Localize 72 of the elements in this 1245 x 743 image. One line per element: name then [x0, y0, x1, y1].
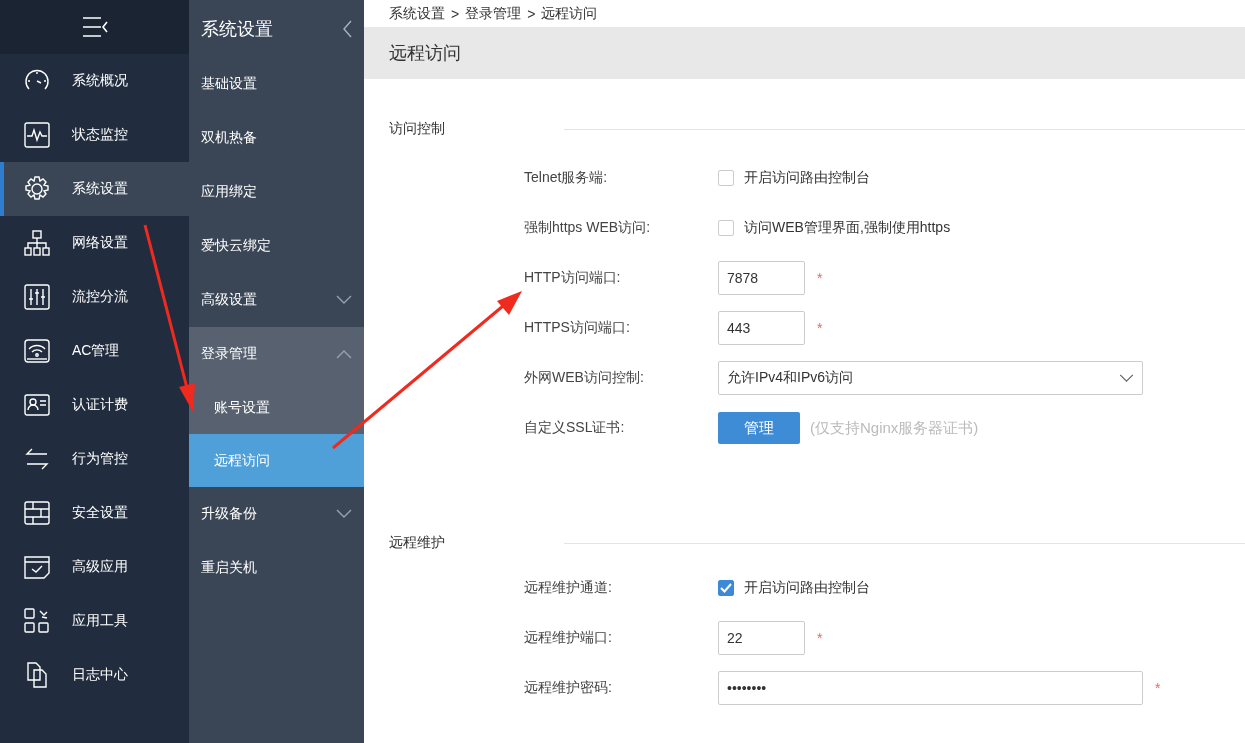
nav-item[interactable]: 系统概况: [0, 54, 189, 108]
submenu-title: 系统设置: [201, 17, 273, 41]
submenu-item[interactable]: 高级设置: [189, 273, 364, 327]
nav-item[interactable]: 认证计费: [0, 378, 189, 432]
calendar-check-icon: [24, 554, 50, 580]
section-heading: 远程维护: [389, 534, 446, 552]
nav-item[interactable]: 网络设置: [0, 216, 189, 270]
breadcrumb-link[interactable]: 登录管理: [465, 4, 522, 23]
network-tree-icon: [24, 230, 50, 256]
heartbeat-monitor-icon: [24, 122, 50, 148]
submenu-subitem[interactable]: 账号设置: [189, 381, 364, 434]
menu-collapse-icon[interactable]: [81, 16, 108, 38]
required-mark: *: [817, 270, 823, 286]
checkbox[interactable]: [718, 580, 734, 596]
collapse-chevron-icon[interactable]: [342, 19, 352, 38]
nav-item[interactable]: 高级应用: [0, 540, 189, 594]
nav-item[interactable]: 流控分流: [0, 270, 189, 324]
dropdown-select[interactable]: 允许IPv4和IPv6访问: [718, 361, 1143, 395]
field-label: 远程维护通道:: [524, 579, 613, 597]
submenu-item[interactable]: 双机热备: [189, 111, 364, 165]
password-field[interactable]: ••••••••: [718, 671, 1143, 705]
nav-item[interactable]: 应用工具: [0, 594, 189, 648]
brick-wall-icon: [24, 500, 50, 526]
field-label: 自定义SSL证书:: [524, 419, 626, 437]
page-title: 远程访问: [389, 42, 461, 65]
settings-icon: [24, 176, 50, 202]
chevron-down-icon: [336, 509, 352, 519]
checkbox-label: 开启访问路由控制台: [744, 169, 870, 187]
nav-item[interactable]: 状态监控: [0, 108, 189, 162]
input-field[interactable]: 7878: [718, 261, 805, 295]
submenu-item[interactable]: 应用绑定: [189, 165, 364, 219]
checkbox-label: 开启访问路由控制台: [744, 579, 870, 597]
field-label: 外网WEB访问控制:: [524, 369, 645, 387]
field-label: 远程维护密码:: [524, 679, 613, 697]
chevron-up-icon: [336, 349, 352, 359]
breadcrumb-link[interactable]: 系统设置: [389, 4, 445, 23]
hint-text: (仅支持Nginx服务器证书): [810, 418, 979, 438]
breadcrumb-separator: >: [527, 5, 536, 22]
nav-item[interactable]: AC管理: [0, 324, 189, 378]
submenu-item[interactable]: 登录管理: [189, 327, 364, 381]
sliders-icon: [24, 284, 50, 310]
field-label: HTTPS访问端口:: [524, 319, 631, 337]
submenu-item[interactable]: 基础设置: [189, 57, 364, 111]
field-label: 远程维护端口:: [524, 629, 613, 647]
breadcrumb-separator: >: [451, 5, 460, 22]
submenu-item[interactable]: 升级备份: [189, 487, 364, 541]
checkbox[interactable]: [718, 220, 734, 236]
field-label: HTTP访问端口:: [524, 269, 622, 287]
wifi-icon: [24, 338, 50, 364]
submenu-item[interactable]: 重启关机: [189, 541, 364, 595]
field-label: Telnet服务端:: [524, 169, 609, 187]
required-mark: *: [817, 630, 823, 646]
nav-item[interactable]: 系统设置: [0, 162, 189, 216]
checkbox-label: 访问WEB管理界面,强制使用https: [744, 219, 951, 237]
checkbox[interactable]: [718, 170, 734, 186]
grid-wrench-icon: [24, 608, 50, 634]
documents-icon: [24, 662, 50, 688]
field-label: 强制https WEB访问:: [524, 219, 652, 237]
manage-button[interactable]: 管理: [718, 412, 800, 444]
required-mark: *: [817, 320, 823, 336]
submenu-item[interactable]: 爱快云绑定: [189, 219, 364, 273]
nav-item[interactable]: 行为管控: [0, 432, 189, 486]
input-field[interactable]: 22: [718, 621, 805, 655]
id-card-icon: [24, 392, 50, 418]
swap-arrows-icon: [24, 446, 50, 472]
nav-item[interactable]: 安全设置: [0, 486, 189, 540]
nav-item[interactable]: 日志中心: [0, 648, 189, 702]
section-heading: 访问控制: [389, 120, 446, 138]
chevron-down-icon: [336, 295, 352, 305]
required-mark: *: [1155, 680, 1161, 696]
input-field[interactable]: 443: [718, 311, 805, 345]
chevron-down-icon: [1119, 373, 1134, 383]
